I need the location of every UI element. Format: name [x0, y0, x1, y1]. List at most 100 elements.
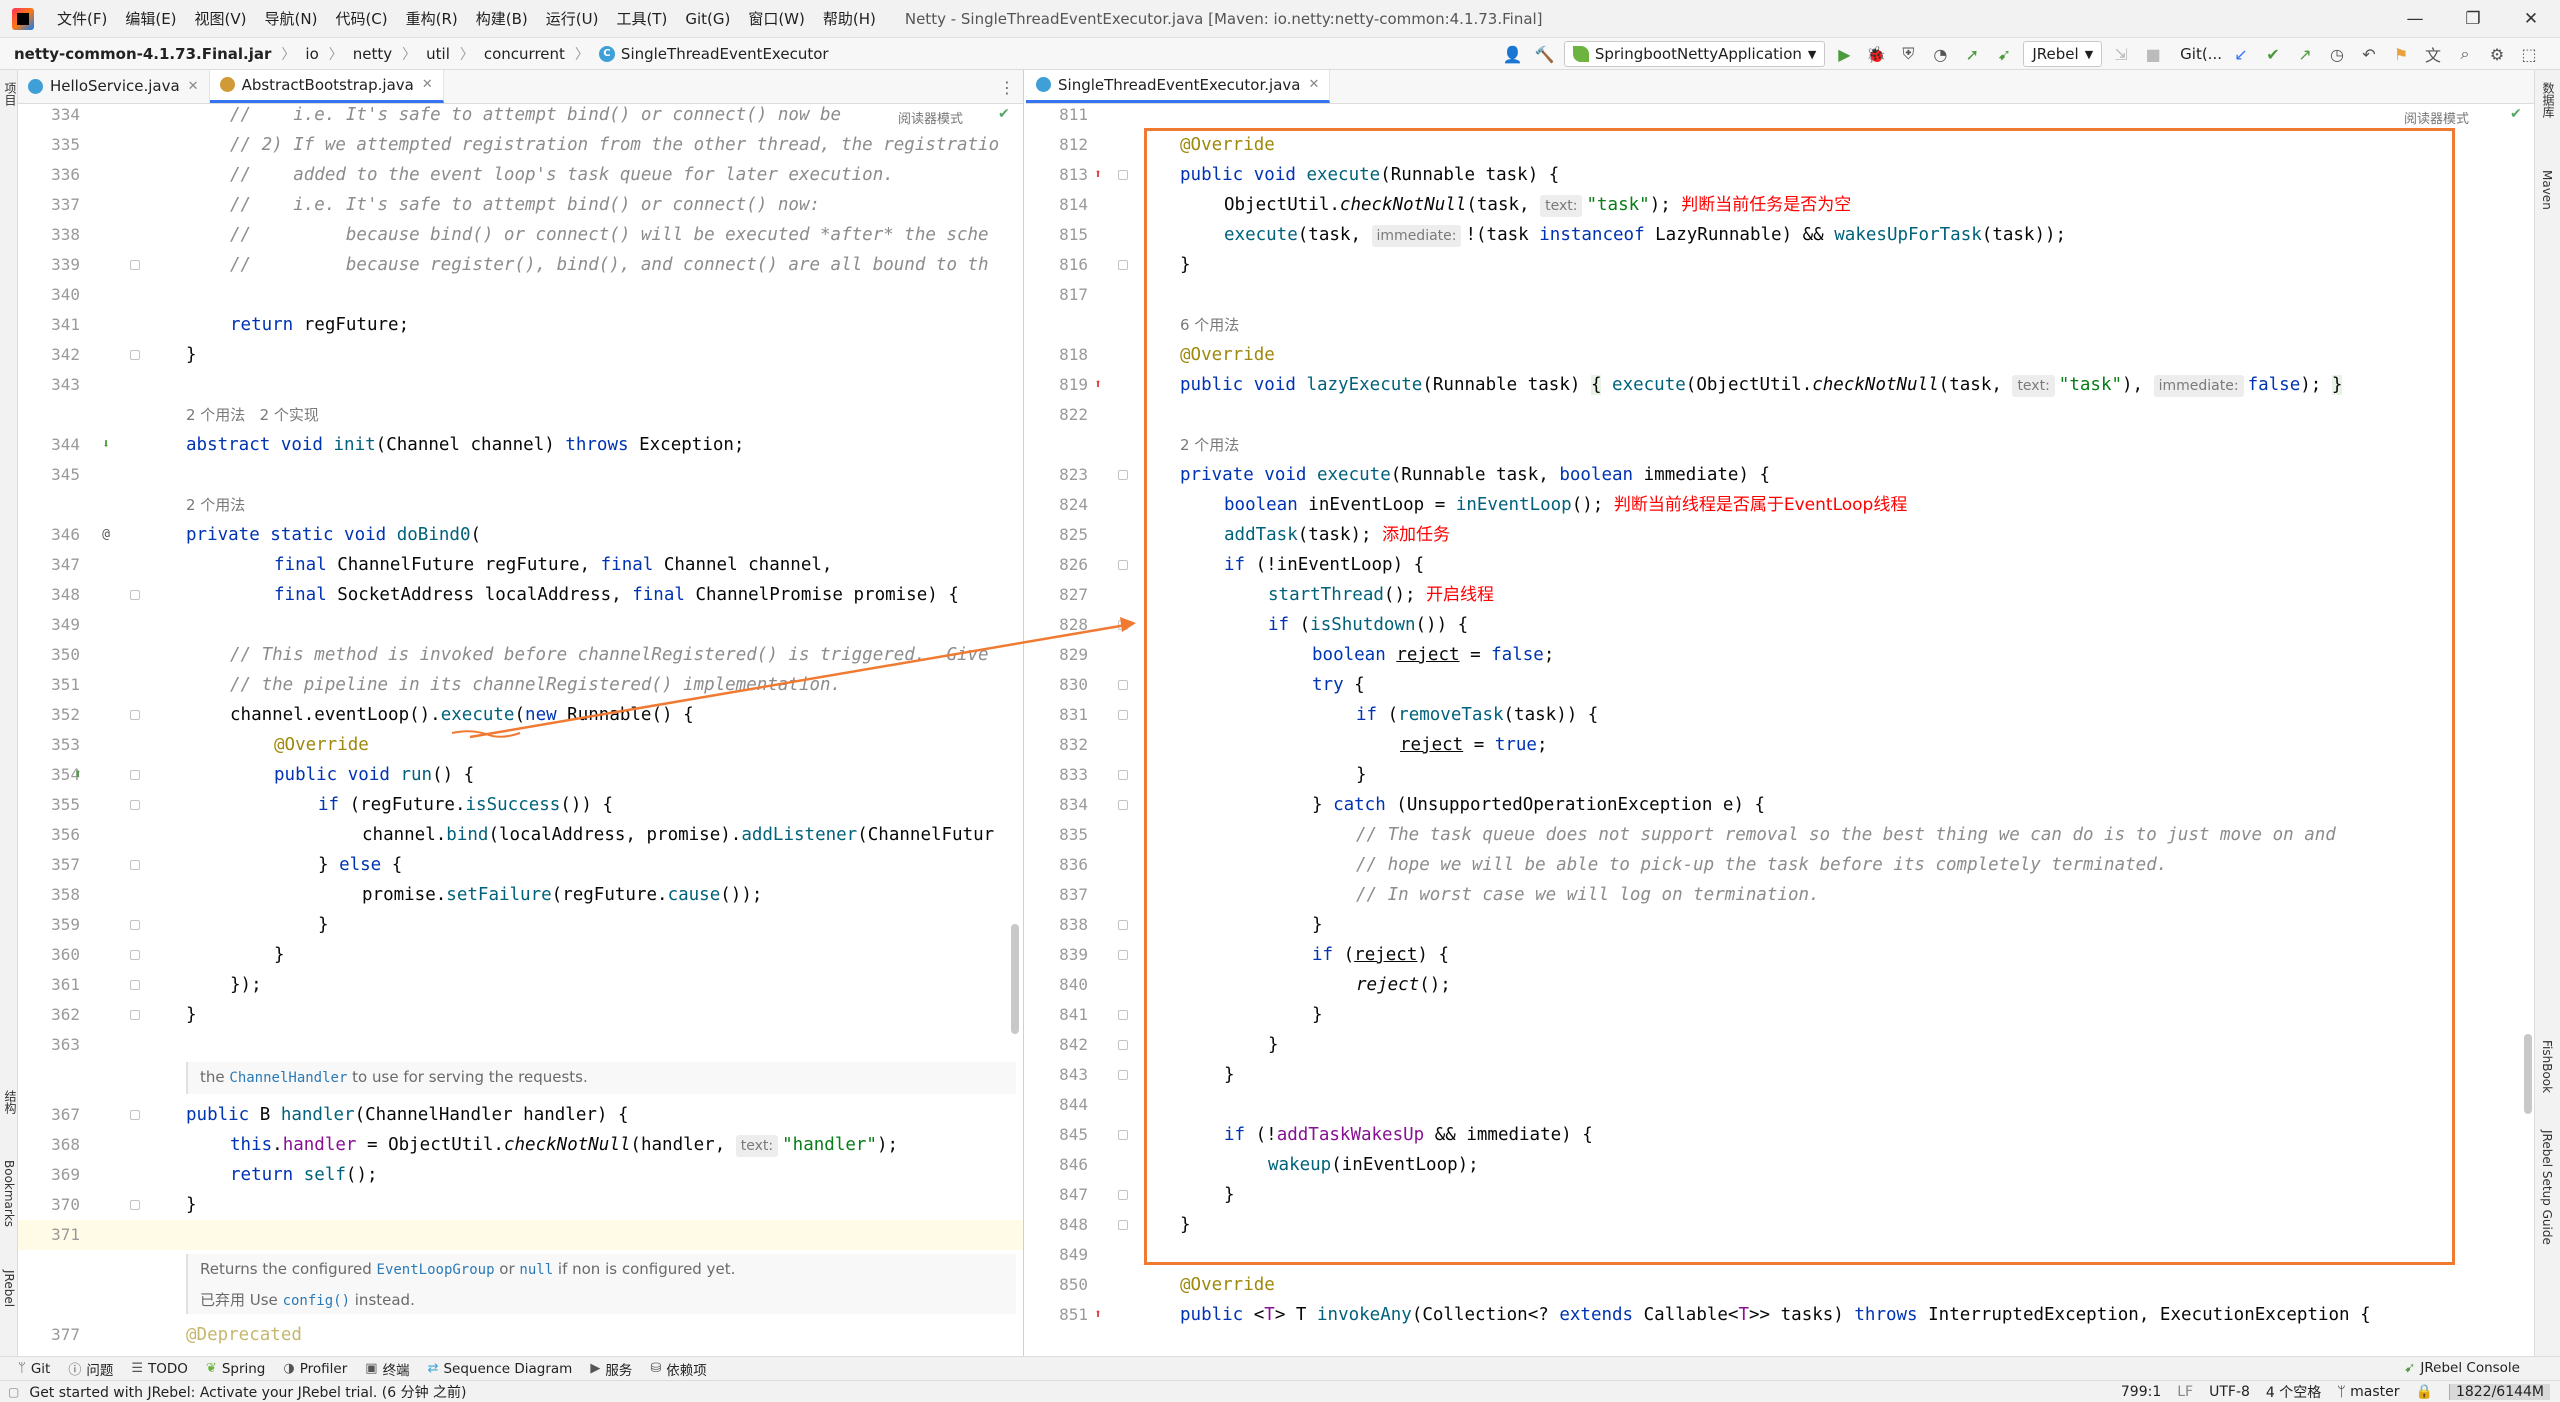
code-area-right[interactable]: 阅读器模式 ✔ 811 812 @Override 813 ⬆ public void… — [1026, 104, 2534, 1356]
minimize-icon[interactable]: — — [2386, 0, 2444, 38]
tool-jrebel-console[interactable]: ➹ JRebel Console — [2404, 1360, 2520, 1376]
usage-hint-346[interactable]: 2 个用法 — [186, 490, 245, 520]
menu-navigate[interactable]: 导航(N) — [256, 8, 327, 29]
maven-tool-label[interactable]: Maven — [2540, 170, 2554, 210]
usage-hint-344[interactable]: 2 个用法 2 个实现 — [186, 400, 319, 430]
close-tab-icon[interactable]: ✕ — [422, 77, 433, 92]
project-tool-label[interactable]: 项目 — [2, 82, 19, 106]
menu-refactor[interactable]: 重构(R) — [397, 8, 467, 29]
tab-hello-service[interactable]: HelloService.java ✕ — [18, 70, 210, 103]
tool-label: Spring — [221, 1360, 266, 1377]
stop-icon[interactable]: ■ — [2140, 41, 2166, 67]
build-icon[interactable]: ⇲ — [2108, 41, 2134, 67]
close-icon[interactable]: ✕ — [2502, 0, 2560, 38]
menu-file[interactable]: 文件(F) — [48, 8, 116, 29]
user-icon[interactable]: 👤 — [1500, 41, 1526, 67]
restore-icon[interactable]: ❐ — [2444, 0, 2502, 38]
line-separator[interactable]: LF — [2177, 1384, 2193, 1400]
git-branch[interactable]: ᛘ master — [2337, 1384, 2399, 1400]
menu-build[interactable]: 构建(B) — [467, 8, 537, 29]
jrebel-setup-guide-label[interactable]: JRebel Setup Guide — [2540, 1130, 2554, 1245]
editor-right[interactable]: SingleThreadEventExecutor.java ✕ 阅读器模式 ✔ … — [1026, 70, 2534, 1356]
tool-terminal[interactable]: ▣ 终端 — [365, 1359, 409, 1379]
menu-edit[interactable]: 编辑(E) — [116, 8, 185, 29]
tool-todo[interactable]: ☰ TODO — [131, 1361, 188, 1377]
run-icon[interactable]: ▶ — [1831, 41, 1857, 67]
breadcrumb-concurrent[interactable]: concurrent — [484, 45, 565, 63]
search-icon[interactable]: ⌕ — [2452, 41, 2478, 67]
fishbook-tool-label[interactable]: FishBook — [2540, 1040, 2554, 1093]
tool-git[interactable]: ᛘ Git — [18, 1361, 50, 1377]
update-icon[interactable]: ↙ — [2228, 41, 2254, 67]
more-tabs-icon[interactable]: ⋮ — [999, 78, 1015, 97]
breadcrumb-io[interactable]: io — [305, 45, 318, 63]
vcs-icon[interactable]: ⚑ — [2388, 41, 2414, 67]
rollback-icon[interactable]: ↶ — [2356, 41, 2382, 67]
profile-icon[interactable]: ◔ — [1927, 41, 1953, 67]
hammer-icon[interactable]: 🔨 — [1532, 41, 1558, 67]
jrebel-select[interactable]: JRebel ▼ — [2023, 41, 2103, 67]
tab-single-thread-event-executor[interactable]: SingleThreadEventExecutor.java ✕ — [1026, 70, 1331, 103]
menu-code[interactable]: 代码(C) — [326, 8, 396, 29]
menu-git[interactable]: Git(G) — [676, 10, 739, 28]
close-tab-icon[interactable]: ✕ — [1308, 77, 1319, 92]
git-label[interactable]: Git(... — [2180, 45, 2222, 63]
menu-help[interactable]: 帮助(H) — [814, 8, 885, 29]
usage-hint-818[interactable]: 6 个用法 — [1180, 310, 1239, 340]
status-toggle-icon[interactable]: ▢ — [8, 1385, 19, 1399]
editor-left[interactable]: HelloService.java ✕ AbstractBootstrap.jav… — [18, 70, 1024, 1356]
param-hint: immediate: — [1371, 225, 1462, 247]
menu-tools[interactable]: 工具(T) — [607, 8, 676, 29]
tool-spring[interactable]: ❦ Spring — [206, 1361, 265, 1377]
file-encoding[interactable]: UTF-8 — [2209, 1384, 2250, 1400]
code-area-left[interactable]: 阅读器模式 ✔ 334// i.e. It's safe to attempt … — [18, 104, 1023, 1356]
push-icon[interactable]: ↗ — [2292, 41, 2318, 67]
annotation-gutter-icon[interactable]: @ — [98, 527, 114, 543]
debug-icon[interactable]: 🐞 — [1863, 41, 1889, 67]
plugin-icon[interactable]: ⬚ — [2516, 41, 2542, 67]
param-hint: immediate: — [2153, 375, 2244, 397]
breadcrumb-jar[interactable]: netty-common-4.1.73.Final.jar — [14, 45, 271, 63]
structure-tool-label[interactable]: 结构 — [2, 1090, 19, 1114]
tool-dependencies[interactable]: ⛁ 依赖项 — [650, 1359, 706, 1379]
usage-hint-823[interactable]: 2 个用法 — [1180, 430, 1239, 460]
git-branch-icon: ᛘ — [18, 1361, 26, 1376]
close-tab-icon[interactable]: ✕ — [188, 79, 199, 94]
jrebel-run-icon[interactable]: ➚ — [1959, 41, 1985, 67]
commit-icon[interactable]: ✔ — [2260, 41, 2286, 67]
breadcrumb-class[interactable]: C SingleThreadEventExecutor — [598, 45, 829, 63]
tab-abstract-bootstrap[interactable]: AbstractBootstrap.java ✕ — [209, 70, 444, 103]
indent-setting[interactable]: 4 个空格 — [2266, 1382, 2321, 1402]
breadcrumb-util[interactable]: util — [426, 45, 450, 63]
translate-icon[interactable]: 文 — [2420, 41, 2446, 67]
window-title: Netty - SingleThreadEventExecutor.java [… — [904, 9, 1543, 28]
jrebel-debug-icon[interactable]: ➹ — [1991, 41, 2017, 67]
database-tool-label[interactable]: 数据库 — [2540, 82, 2557, 118]
tool-sequence-diagram[interactable]: ⇄ Sequence Diagram — [428, 1361, 573, 1377]
jrebel-tool-label[interactable]: JRebel — [2, 1270, 16, 1307]
lock-icon[interactable]: 🔒 — [2416, 1384, 2433, 1400]
tool-profiler[interactable]: ◑ Profiler — [283, 1361, 347, 1377]
history-icon[interactable]: ◷ — [2324, 41, 2350, 67]
left-editor-scrollbar[interactable] — [1011, 924, 1019, 1034]
tool-services[interactable]: ▶ 服务 — [590, 1359, 632, 1379]
overrides-gutter-icon[interactable]: ⬆ — [1090, 377, 1106, 393]
overrides-gutter-icon[interactable]: ⬆ — [1090, 167, 1106, 183]
overrides-gutter-icon[interactable]: ⬆ — [1090, 1307, 1106, 1323]
run-configuration-select[interactable]: SpringbootNettyApplication ▼ — [1563, 41, 1826, 67]
javadoc-handler: the ChannelHandler to use for serving th… — [186, 1062, 1016, 1094]
tool-problems[interactable]: ⓘ 问题 — [68, 1359, 113, 1379]
bookmarks-tool-label[interactable]: Bookmarks — [2, 1160, 16, 1227]
breadcrumb-netty[interactable]: netty — [353, 45, 392, 63]
status-message[interactable]: Get started with JRebel: Activate your J… — [29, 1382, 466, 1402]
caret-position[interactable]: 799:1 — [2121, 1384, 2161, 1400]
settings-icon[interactable]: ⚙ — [2484, 41, 2510, 67]
coverage-icon[interactable]: ⛨ — [1895, 41, 1921, 67]
menu-run[interactable]: 运行(U) — [537, 8, 608, 29]
implemented-gutter-icon[interactable]: ⬇ — [98, 437, 114, 453]
right-editor-scrollbar[interactable] — [2524, 1034, 2532, 1114]
memory-indicator[interactable]: 1822/6144M — [2448, 1384, 2550, 1400]
overrides-gutter-icon[interactable]: ⬆ — [70, 767, 86, 783]
menu-view[interactable]: 视图(V) — [186, 8, 256, 29]
menu-window[interactable]: 窗口(W) — [739, 8, 814, 29]
